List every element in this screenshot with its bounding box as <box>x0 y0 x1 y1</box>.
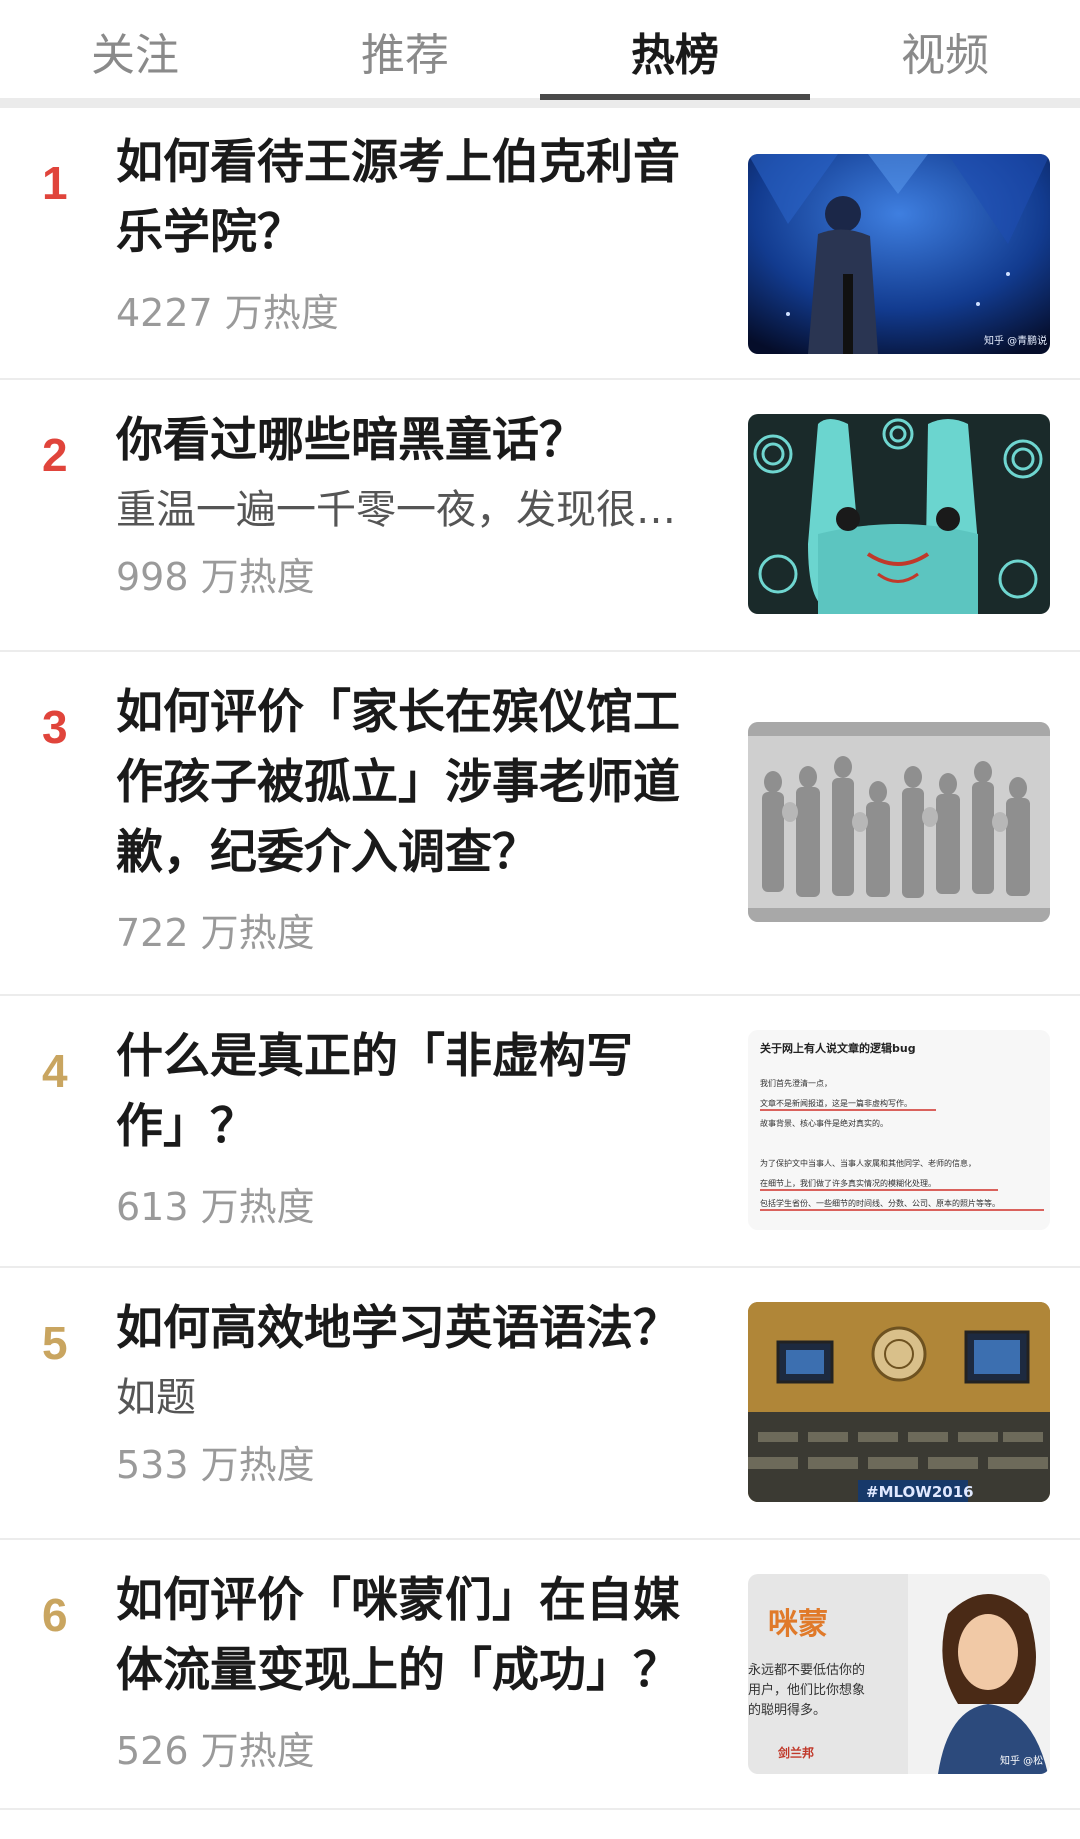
stone-relief-icon <box>748 722 1050 922</box>
screenshot-line: 包括学生省份、一些细节的时间线、分数、公司、原本的照片等等。 <box>760 1198 1000 1208</box>
list-item[interactable]: 4 什么是真正的「非虚构写作」？ 613 万热度 关于网上有人说文章的逻辑bug… <box>0 996 1080 1268</box>
screenshot-line: 故事背景、核心事件是绝对真实的。 <box>760 1118 888 1128</box>
rank-number: 6 <box>42 1589 68 1641</box>
list-item[interactable]: 1 如何看待王源考上伯克利音乐学院？ 4227 万热度 知乎 @青鹏说 <box>0 108 1080 380</box>
dark-bunny-illustration-icon <box>748 414 1050 614</box>
question-title[interactable]: 如何看待王源考上伯克利音乐学院？ <box>116 128 716 268</box>
thumbnail-text-screenshot[interactable]: 关于网上有人说文章的逻辑bug 我们首先澄清一点， 文章不是新闻报道，这是一篇非… <box>748 1030 1050 1230</box>
concert-photo-icon: 知乎 @青鹏说 <box>748 154 1050 354</box>
poster-brand: 咪蒙 <box>768 1607 828 1642</box>
screenshot-line: 在细节上，我们做了许多真实情况的模糊化处理。 <box>760 1178 936 1188</box>
tab-recommend[interactable]: 推荐 <box>270 0 540 98</box>
thumbnail-illustration[interactable] <box>748 414 1050 614</box>
poster-line: 永远都不要低估你的 <box>748 1662 865 1678</box>
list-item[interactable]: 5 如何高效地学习英语语法？ 如题 533 万热度 #MLOW2016 <box>0 1268 1080 1540</box>
thumbnail-assembly-hall[interactable]: #MLOW2016 <box>748 1302 1050 1502</box>
question-title[interactable]: 什么是真正的「非虚构写作」？ <box>116 1022 716 1162</box>
answer-excerpt[interactable]: 如题 <box>116 1368 696 1428</box>
answer-excerpt[interactable]: 重温一遍一千零一夜，发现很… <box>116 480 696 540</box>
heat-count: 998 万热度 <box>116 555 315 599</box>
top-tab-bar: 关注 推荐 热榜 视频 <box>0 0 1080 108</box>
tab-label: 关注 <box>91 30 179 81</box>
question-title[interactable]: 如何高效地学习英语语法？ <box>116 1294 716 1364</box>
tab-hot[interactable]: 热榜 <box>540 0 810 100</box>
rank-number: 1 <box>42 157 68 209</box>
tabs: 关注 推荐 热榜 视频 <box>0 0 1080 100</box>
rank-number: 4 <box>42 1045 68 1097</box>
thumbnail-sculpture[interactable] <box>748 722 1050 922</box>
screenshot-line: 为了保护文中当事人、当事人家属和其他同学、老师的信息， <box>760 1158 976 1168</box>
image-watermark: 知乎 @松 <box>1000 1754 1043 1767</box>
rank-number: 2 <box>42 429 68 481</box>
rank-number: 3 <box>42 701 68 753</box>
tab-underline <box>540 94 810 100</box>
heat-count: 722 万热度 <box>116 911 315 955</box>
tab-label: 推荐 <box>361 30 449 81</box>
text-screenshot-icon: 关于网上有人说文章的逻辑bug 我们首先澄清一点， 文章不是新闻报道，这是一篇非… <box>748 1030 1050 1230</box>
screenshot-line: 文章不是新闻报道，这是一篇非虚构写作。 <box>760 1098 912 1108</box>
rank-number: 5 <box>42 1317 68 1369</box>
poster-line: 用户，他们比你想象 <box>748 1682 865 1698</box>
tab-follow[interactable]: 关注 <box>0 0 270 98</box>
question-title[interactable]: 如何评价「家长在殡仪馆工作孩子被孤立」涉事老师道歉，纪委介入调查？ <box>116 678 716 888</box>
thumbnail-concert-photo[interactable]: 知乎 @青鹏说 <box>748 154 1050 354</box>
heat-count: 613 万热度 <box>116 1185 315 1229</box>
hot-list: 1 如何看待王源考上伯克利音乐学院？ 4227 万热度 知乎 @青鹏说 2 你看… <box>0 108 1080 1810</box>
question-title[interactable]: 你看过哪些暗黑童话？ <box>116 406 716 476</box>
question-title[interactable]: 如何评价「咪蒙们」在自媒体流量变现上的「成功」？ <box>116 1566 716 1706</box>
tab-video[interactable]: 视频 <box>810 0 1080 98</box>
list-item[interactable]: 3 如何评价「家长在殡仪馆工作孩子被孤立」涉事老师道歉，纪委介入调查？ 722 … <box>0 652 1080 996</box>
list-item[interactable]: 6 如何评价「咪蒙们」在自媒体流量变现上的「成功」？ 526 万热度 咪蒙 永远… <box>0 1540 1080 1810</box>
tab-label: 热榜 <box>631 30 719 81</box>
assembly-hall-icon: #MLOW2016 <box>748 1302 1050 1502</box>
tab-label: 视频 <box>901 30 989 81</box>
poster-line: 的聪明得多。 <box>748 1702 826 1718</box>
list-item[interactable]: 2 你看过哪些暗黑童话？ 重温一遍一千零一夜，发现很… 998 万热度 <box>0 380 1080 652</box>
banner-text: #MLOW2016 <box>866 1483 974 1501</box>
heat-count: 526 万热度 <box>116 1729 315 1773</box>
heat-count: 4227 万热度 <box>116 291 339 335</box>
screenshot-heading: 关于网上有人说文章的逻辑bug <box>760 1041 916 1055</box>
poster-footer: 剑兰邦 <box>777 1745 814 1760</box>
thumbnail-portrait-poster[interactable]: 咪蒙 永远都不要低估你的 用户，他们比你想象 的聪明得多。 剑兰邦 知乎 @松 <box>748 1574 1050 1774</box>
heat-count: 533 万热度 <box>116 1443 315 1487</box>
screenshot-line: 我们首先澄清一点， <box>760 1078 832 1088</box>
portrait-poster-icon: 咪蒙 永远都不要低估你的 用户，他们比你想象 的聪明得多。 剑兰邦 知乎 @松 <box>748 1574 1050 1774</box>
image-watermark: 知乎 @青鹏说 <box>984 334 1047 347</box>
